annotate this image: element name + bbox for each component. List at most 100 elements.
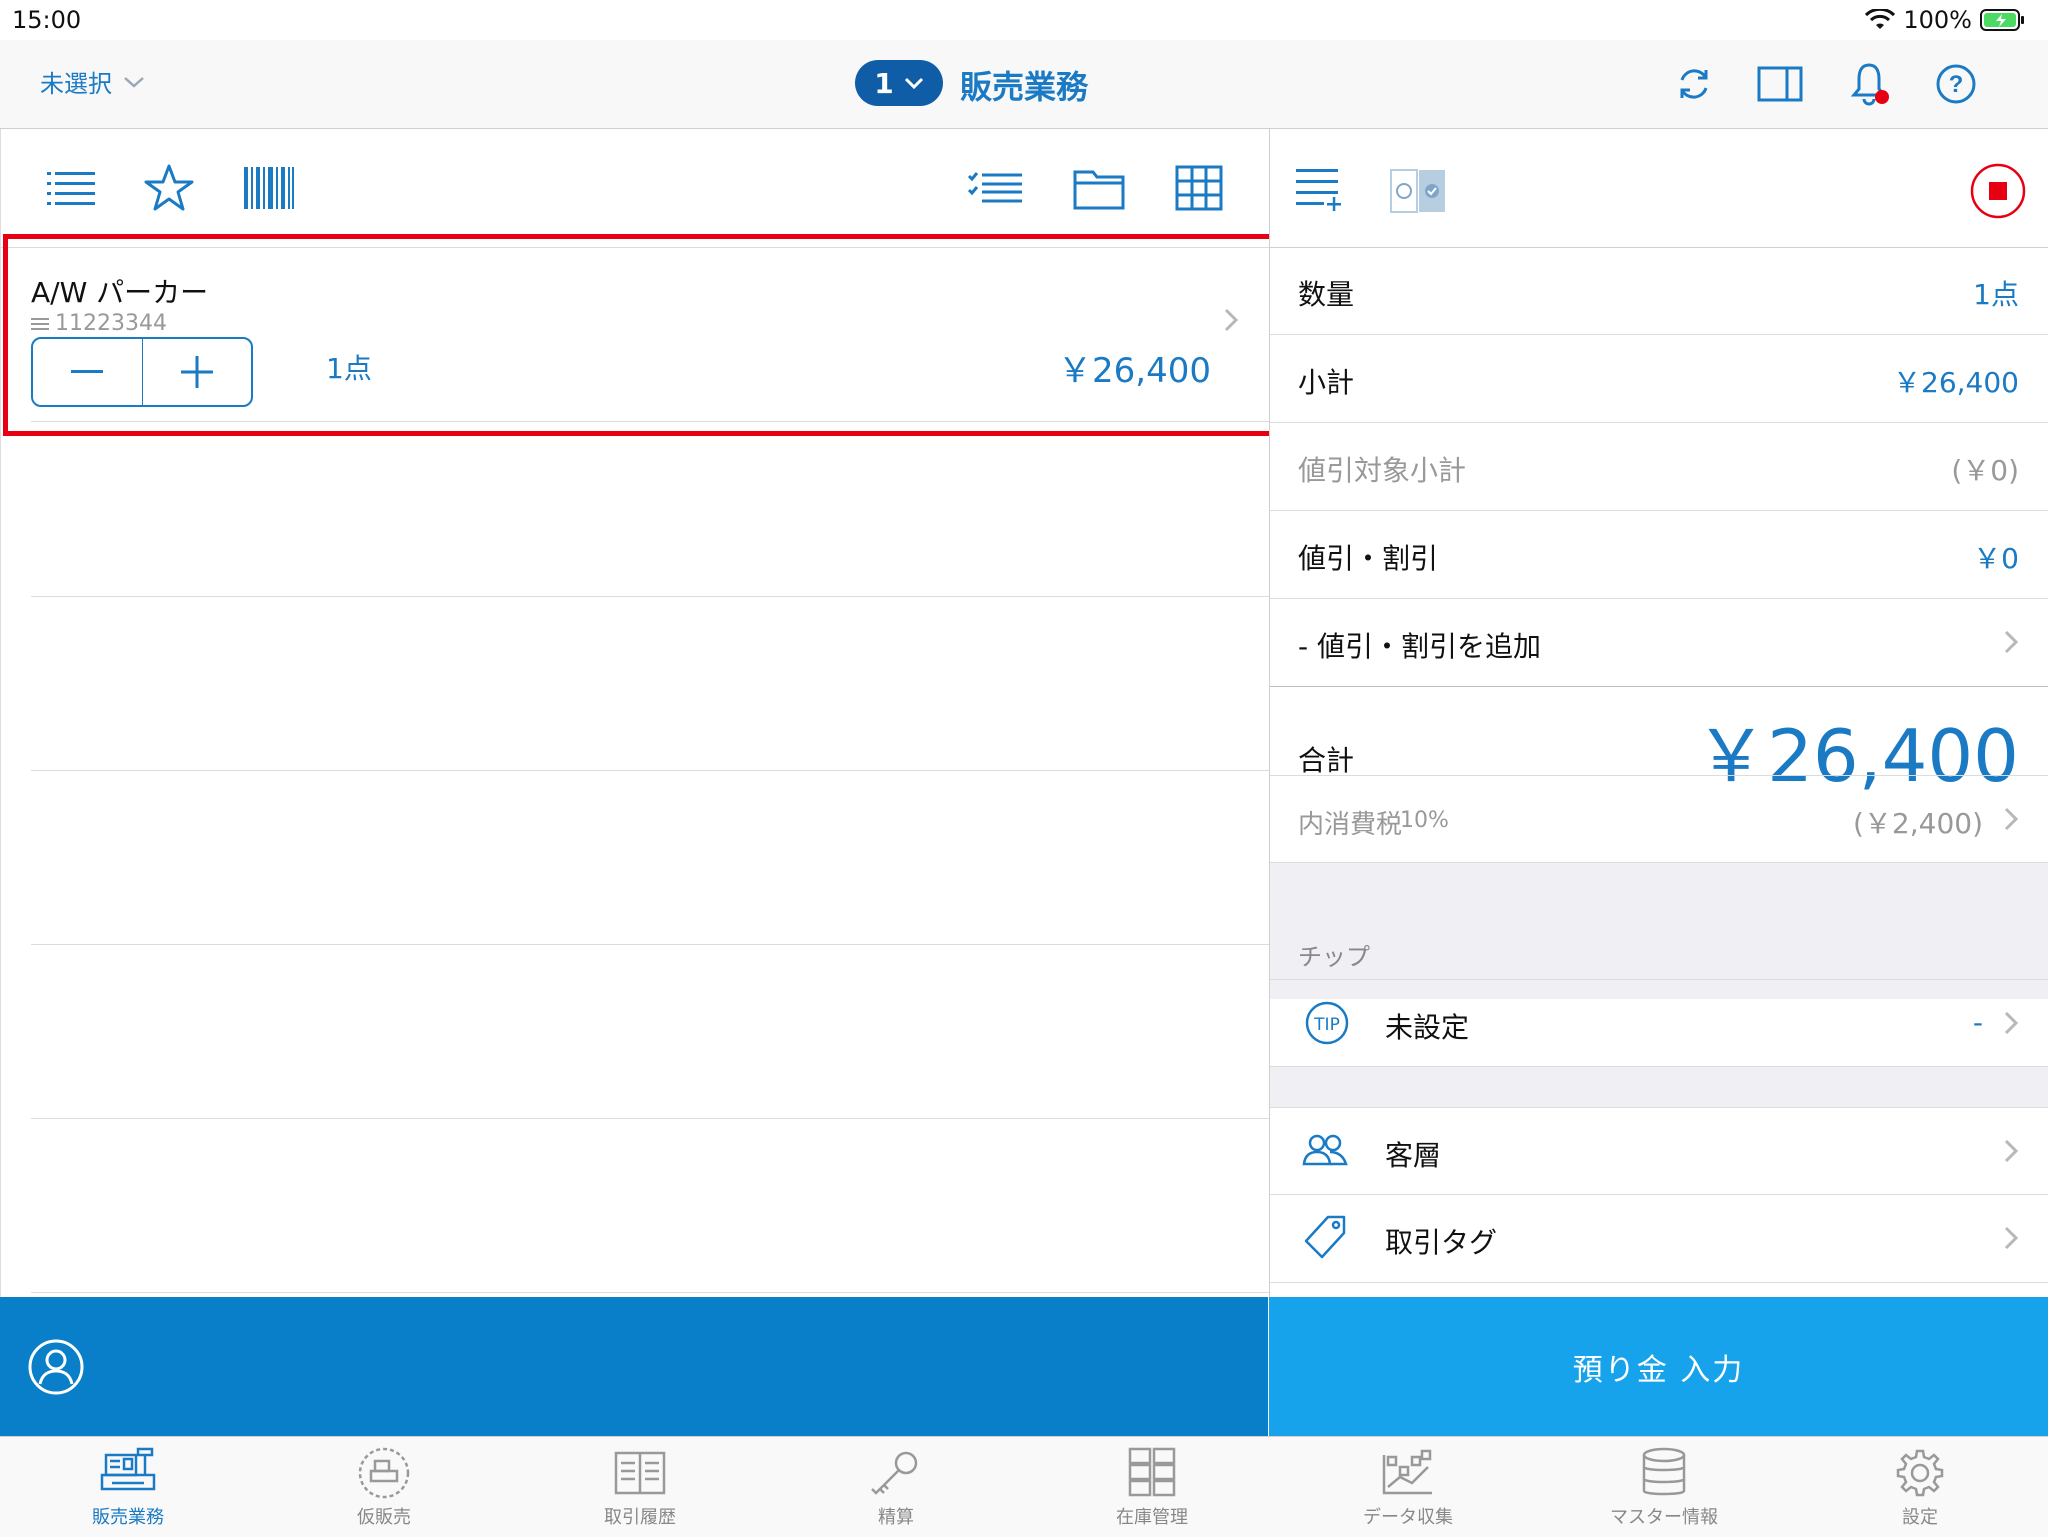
discount-row: 値引・割引 ￥0 [1270, 511, 2048, 599]
tax-value: (￥2,400) [1852, 807, 1983, 840]
chevron-right-icon [2003, 1138, 2019, 1164]
summary-toolbar [1270, 129, 2048, 248]
row-divider [31, 1292, 1269, 1293]
customer-icon[interactable] [26, 1337, 86, 1397]
tab-label: マスター情報 [1610, 1507, 1718, 1528]
tip-value: - [1972, 1006, 1983, 1039]
tip-section-label: チップ [1298, 943, 1370, 971]
star-icon[interactable] [141, 161, 197, 215]
discountable-subtotal-row: 値引対象小計 (￥0) [1270, 423, 2048, 511]
tab-settings[interactable]: 設定 [1792, 1437, 2048, 1537]
tip-icon-text: TIP [1313, 1015, 1340, 1035]
store-select-label: 未選択 [40, 70, 112, 98]
tab-sales[interactable]: 販売業務 [0, 1437, 256, 1537]
tab-label: 取引履歴 [604, 1507, 676, 1528]
summary-panel: 数量 1点 小計 ￥26,400 値引対象小計 (￥0) 値引・割引 ￥0 - … [1269, 129, 2048, 1297]
chevron-right-icon [2003, 806, 2019, 832]
row-divider [31, 1118, 1269, 1119]
page-title: 販売業務 [960, 68, 1089, 106]
chevron-down-icon [904, 76, 924, 90]
deposit-button[interactable]: 預り金 入力 [1269, 1297, 2048, 1436]
tab-inventory[interactable]: 在庫管理 [1024, 1437, 1280, 1537]
row-divider [31, 596, 1269, 597]
row-divider [31, 770, 1269, 771]
register-selector[interactable]: 1 [855, 60, 943, 106]
tab-label: 仮販売 [357, 1507, 411, 1528]
tab-history[interactable]: 取引履歴 [512, 1437, 768, 1537]
discountable-label: 値引対象小計 [1298, 454, 1467, 487]
tax-row[interactable]: 内消費税 10% (￥2,400) [1270, 775, 2048, 863]
add-list-icon[interactable] [1294, 165, 1344, 215]
key-icon [866, 1447, 926, 1499]
add-discount-row[interactable]: - 値引・割引を追加 [1270, 599, 2048, 687]
tag-icon [1302, 1213, 1348, 1261]
checklist-icon[interactable] [967, 165, 1023, 211]
help-icon[interactable]: ? [1932, 60, 1980, 108]
stop-record-icon[interactable] [1968, 161, 2028, 221]
chevron-right-icon [2003, 629, 2019, 655]
bell-icon[interactable] [1845, 58, 1893, 110]
tab-label: 販売業務 [92, 1507, 164, 1528]
section-spacer [1270, 1067, 2048, 1107]
split-view-icon[interactable] [1755, 60, 1805, 108]
total-row: 合計 ￥26,400 [1270, 697, 2048, 798]
highlight-frame [3, 234, 1278, 436]
quantity-row: 数量 1点 [1270, 247, 2048, 335]
discountable-value: (￥0) [1951, 454, 2019, 487]
register-icon [98, 1447, 158, 1499]
data-collection-icon [1378, 1447, 1438, 1499]
total-label: 合計 [1298, 744, 1355, 777]
store-select[interactable]: 未選択 [40, 64, 146, 99]
quantity-label: 数量 [1298, 278, 1355, 311]
database-icon [1634, 1447, 1694, 1499]
people-icon [1300, 1128, 1350, 1174]
row-divider [31, 944, 1269, 945]
grid-icon[interactable] [1173, 163, 1225, 213]
tip-label: 未設定 [1385, 1011, 1470, 1044]
history-icon [610, 1447, 670, 1499]
inventory-icon [1122, 1447, 1182, 1499]
customer-bar [0, 1297, 1268, 1436]
split-check-icon[interactable] [1388, 167, 1448, 215]
discount-value: ￥0 [1973, 542, 2019, 575]
chevron-right-icon [2003, 1225, 2019, 1251]
tab-settlement[interactable]: 精算 [768, 1437, 1024, 1537]
add-discount-label: - 値引・割引を追加 [1298, 630, 1542, 663]
gear-icon [1890, 1447, 1950, 1499]
folder-icon[interactable] [1071, 163, 1127, 213]
subtotal-label: 小計 [1298, 366, 1355, 399]
barcode-icon[interactable] [243, 165, 295, 211]
chevron-right-icon [2003, 1010, 2019, 1036]
subtotal-row: 小計 ￥26,400 [1270, 335, 2048, 423]
svg-text:?: ? [1949, 71, 1964, 98]
battery-icon [1980, 8, 2026, 32]
transaction-tag-label: 取引タグ [1385, 1226, 1498, 1259]
tab-temp-sale[interactable]: 仮販売 [256, 1437, 512, 1537]
wifi-icon [1865, 9, 1896, 31]
tip-row[interactable]: TIP 未設定 - [1270, 979, 2048, 1067]
status-right: 100% [1865, 6, 2026, 34]
temp-sale-icon [354, 1447, 414, 1499]
header: 未選択 1 販売業務 ? [0, 40, 2048, 129]
chevron-down-icon [122, 74, 146, 90]
status-time: 15:00 [12, 6, 82, 34]
tab-label: 設定 [1902, 1507, 1938, 1528]
list-icon[interactable] [45, 165, 97, 211]
tab-label: データ収集 [1363, 1507, 1453, 1528]
tab-data-collection[interactable]: データ収集 [1280, 1437, 1536, 1537]
cart-toolbar [1, 129, 1269, 247]
register-number: 1 [874, 66, 894, 100]
tab-bar: 販売業務 仮販売 取引履歴 精算 在庫管理 データ収集 マスター情報 設定 [0, 1436, 2048, 1537]
tip-icon: TIP [1304, 1000, 1350, 1046]
tax-rate: 10% [1400, 808, 1449, 833]
tab-master-info[interactable]: マスター情報 [1536, 1437, 1792, 1537]
subtotal-value: ￥26,400 [1893, 366, 2019, 399]
tab-label: 精算 [878, 1507, 914, 1528]
discount-label: 値引・割引 [1298, 542, 1439, 575]
status-bar: 15:00 100% [0, 0, 2048, 40]
customer-segment-label: 客層 [1385, 1139, 1442, 1172]
quantity-value: 1点 [1973, 278, 2019, 311]
sync-icon[interactable] [1670, 60, 1718, 108]
customer-segment-row[interactable]: 客層 [1270, 1107, 2048, 1195]
transaction-tag-row[interactable]: 取引タグ [1270, 1195, 2048, 1283]
